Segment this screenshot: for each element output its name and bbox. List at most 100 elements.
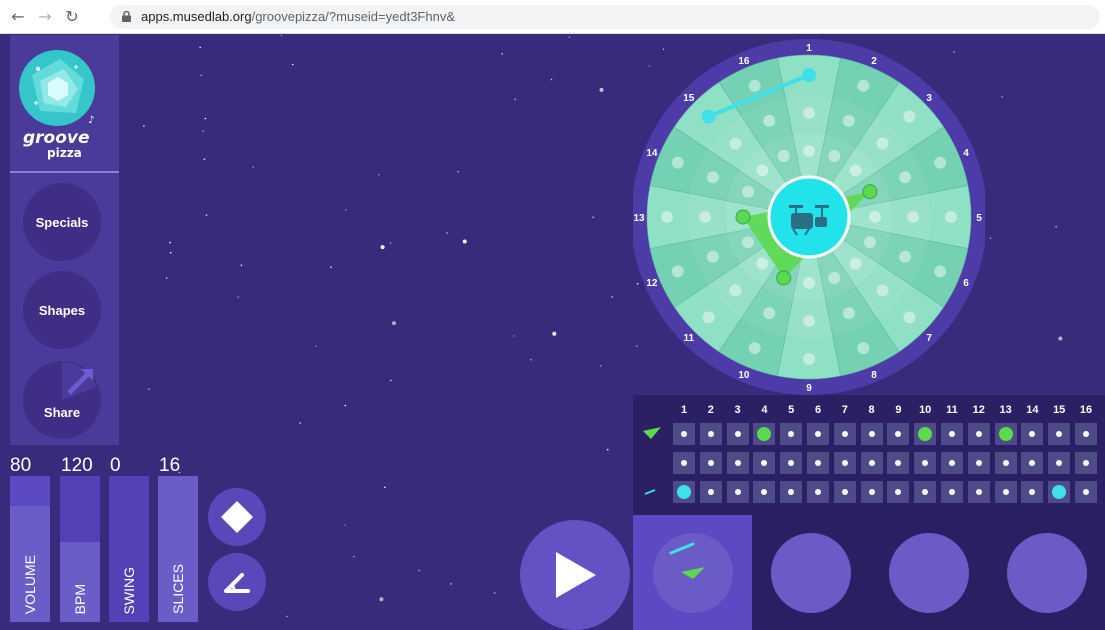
grid-cell[interactable] [1021, 452, 1044, 474]
kick-active-dot[interactable] [862, 184, 878, 200]
grid-cell[interactable] [941, 423, 963, 445]
grid-cell[interactable] [780, 423, 803, 445]
grid-cell[interactable] [673, 481, 695, 503]
grid-cell[interactable] [1048, 452, 1071, 474]
pizza-step-dot[interactable] [671, 156, 684, 169]
pizza-step-dot[interactable] [729, 137, 742, 150]
shapes-button[interactable]: Shapes [23, 271, 101, 349]
tab-slot-2[interactable] [771, 533, 851, 613]
grid-cell[interactable] [726, 423, 749, 445]
pizza-step-dot[interactable] [842, 114, 855, 127]
kick-active-dot[interactable] [776, 270, 792, 286]
diamond-shape-button[interactable] [208, 488, 266, 546]
pizza-step-dot[interactable] [803, 315, 815, 327]
pizza-step-dot[interactable] [869, 211, 881, 223]
grid-cell[interactable] [807, 452, 829, 474]
grid-cell[interactable] [673, 423, 695, 445]
grid-cell[interactable] [994, 481, 1017, 503]
pizza-step-dot[interactable] [876, 137, 889, 150]
share-button[interactable]: Share [23, 361, 101, 439]
grid-cell[interactable] [914, 423, 937, 445]
pizza-step-dot[interactable] [828, 150, 841, 163]
pizza-step-dot[interactable] [857, 79, 870, 92]
grid-cell[interactable] [914, 452, 937, 474]
grid-cell[interactable] [833, 452, 856, 474]
grid-cell[interactable] [780, 481, 803, 503]
grid-cell[interactable] [994, 452, 1017, 474]
hihat-active-dot[interactable] [701, 109, 716, 124]
play-button[interactable] [520, 520, 630, 630]
grid-cell[interactable] [1021, 423, 1044, 445]
volume-slider[interactable]: VOLUME [10, 476, 50, 622]
pizza-step-dot[interactable] [934, 265, 947, 278]
pizza-step-dot[interactable] [934, 156, 947, 169]
pizza-step-dot[interactable] [876, 284, 889, 297]
grid-cell[interactable] [941, 481, 963, 503]
pizza-step-dot[interactable] [756, 164, 769, 177]
grid-cell[interactable] [967, 452, 990, 474]
grid-cell[interactable] [807, 423, 829, 445]
grid-cell[interactable] [994, 423, 1017, 445]
grid-cell[interactable] [833, 423, 856, 445]
pizza-step-dot[interactable] [671, 265, 684, 278]
grid-cell[interactable] [887, 423, 910, 445]
grid-cell[interactable] [699, 452, 722, 474]
grid-cell[interactable] [833, 481, 856, 503]
pizza-step-dot[interactable] [899, 250, 912, 263]
grid-cell[interactable] [807, 481, 829, 503]
swing-slider[interactable]: SWING [109, 476, 149, 622]
pizza-step-dot[interactable] [903, 110, 916, 123]
pizza-step-dot[interactable] [706, 250, 719, 263]
pizza-step-dot[interactable] [756, 257, 769, 270]
volume-slider-handle[interactable] [10, 476, 50, 506]
grid-cell[interactable] [860, 452, 883, 474]
grid-cell[interactable] [941, 452, 963, 474]
pizza-step-dot[interactable] [828, 271, 841, 284]
grid-cell[interactable] [967, 423, 990, 445]
pizza-step-dot[interactable] [661, 211, 673, 223]
pizza-step-dot[interactable] [849, 257, 862, 270]
pizza-step-dot[interactable] [857, 342, 870, 355]
bpm-slider[interactable]: BPM [60, 476, 100, 622]
grid-cell[interactable] [887, 481, 910, 503]
pizza-step-dot[interactable] [706, 171, 719, 184]
pizza-step-dot[interactable] [907, 211, 919, 223]
grid-cell[interactable] [914, 481, 937, 503]
pizza-step-dot[interactable] [742, 236, 755, 249]
kick-active-dot[interactable] [735, 209, 751, 225]
tab-drums[interactable] [653, 533, 733, 613]
angle-tool-button[interactable] [208, 553, 266, 611]
back-arrow-icon[interactable]: ← [8, 7, 28, 27]
grid-cell[interactable] [673, 452, 695, 474]
grid-cell[interactable] [860, 423, 883, 445]
pizza-step-dot[interactable] [899, 171, 912, 184]
pizza-step-dot[interactable] [729, 284, 742, 297]
pizza-step-dot[interactable] [699, 211, 711, 223]
grid-cell[interactable] [967, 481, 990, 503]
pizza-step-dot[interactable] [777, 150, 790, 163]
specials-button[interactable]: Specials [23, 183, 101, 261]
grid-cell[interactable] [726, 452, 749, 474]
pizza-step-dot[interactable] [763, 114, 776, 127]
grid-cell[interactable] [699, 481, 722, 503]
address-bar[interactable]: apps.musedlab.org/groovepizza/?museid=ye… [110, 5, 1100, 29]
groove-pizza-wheel[interactable]: 12345678910111213141516 [633, 37, 985, 395]
pizza-step-dot[interactable] [803, 353, 815, 365]
grid-cell[interactable] [887, 452, 910, 474]
pizza-step-dot[interactable] [849, 164, 862, 177]
grid-cell[interactable] [1021, 481, 1044, 503]
pizza-step-dot[interactable] [763, 307, 776, 320]
grid-cell[interactable] [699, 423, 722, 445]
pizza-step-dot[interactable] [863, 236, 876, 249]
grid-cell[interactable] [726, 481, 749, 503]
forward-arrow-icon[interactable]: → [35, 7, 55, 27]
tab-slot-4[interactable] [1007, 533, 1087, 613]
grid-cell[interactable] [780, 452, 803, 474]
grid-cell[interactable] [753, 423, 776, 445]
grid-cell[interactable] [860, 481, 883, 503]
tab-slot-3[interactable] [889, 533, 969, 613]
grid-cell[interactable] [753, 452, 776, 474]
grid-cell[interactable] [1075, 481, 1097, 503]
grid-cell[interactable] [1048, 481, 1071, 503]
reload-icon[interactable]: ↻ [62, 7, 82, 27]
